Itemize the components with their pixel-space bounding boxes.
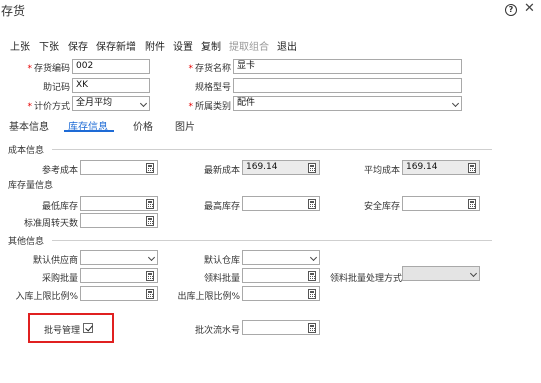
calculator-button[interactable] <box>305 161 319 174</box>
supplier-select[interactable] <box>80 250 158 265</box>
calculator-button[interactable] <box>143 197 157 210</box>
category-select[interactable]: 配件 <box>233 96 462 111</box>
calculator-icon <box>308 163 316 173</box>
save-new-button[interactable]: 保存新增 <box>96 38 136 53</box>
chevron-down-icon <box>309 253 318 262</box>
save-button[interactable]: 保存 <box>68 38 88 53</box>
in-limit-label: 入库上限比例% <box>15 292 78 302</box>
section-divider <box>52 240 492 241</box>
chevron-down-icon <box>469 269 478 278</box>
avg-cost-value: 169.14 <box>406 162 438 172</box>
section-divider <box>52 149 492 150</box>
category-label: * 所属类别 <box>188 102 231 112</box>
warehouse-select[interactable] <box>242 250 320 265</box>
attachment-button[interactable]: 附件 <box>145 38 165 53</box>
calculator-icon <box>146 289 154 299</box>
valuation-select[interactable]: 全月平均 <box>72 96 150 111</box>
calculator-icon <box>146 163 154 173</box>
name-input[interactable]: 显卡 <box>233 59 462 74</box>
batch-serial-input[interactable] <box>242 320 320 335</box>
chevron-down-icon <box>451 99 460 108</box>
issue-batch-input[interactable] <box>242 268 320 283</box>
calculator-icon <box>146 271 154 281</box>
calculator-icon <box>308 199 316 209</box>
calculator-button[interactable] <box>465 197 479 210</box>
chevron-down-icon <box>139 99 148 108</box>
min-stock-label: 最低库存 <box>41 202 78 212</box>
calculator-button[interactable] <box>143 269 157 282</box>
calculator-button[interactable] <box>465 161 479 174</box>
close-icon[interactable]: ✕ <box>524 2 535 16</box>
latest-cost-value: 169.14 <box>246 162 278 172</box>
category-value: 配件 <box>237 98 256 108</box>
issue-batch-label: 领料批量 <box>203 274 240 284</box>
latest-cost-input: 169.14 <box>242 160 320 175</box>
copy-button[interactable]: 复制 <box>201 38 221 53</box>
cost-section-title: 成本信息 <box>8 146 45 156</box>
avg-cost-label: 平均成本 <box>363 166 400 176</box>
valuation-value: 全月平均 <box>76 98 113 108</box>
extract-combo-button[interactable]: 提取组合 <box>229 38 269 53</box>
settings-button[interactable]: 设置 <box>173 38 193 53</box>
calculator-button[interactable] <box>143 161 157 174</box>
ref-cost-label: 参考成本 <box>41 166 78 176</box>
out-limit-input[interactable] <box>242 286 320 301</box>
warehouse-label: 默认仓库 <box>203 256 240 266</box>
min-stock-input[interactable] <box>80 196 158 211</box>
prev-button[interactable]: 上张 <box>10 38 30 53</box>
purchase-batch-input[interactable] <box>80 268 158 283</box>
help-icon[interactable]: ? <box>505 4 517 16</box>
calculator-button[interactable] <box>305 287 319 300</box>
code-input[interactable]: 002 <box>72 59 150 74</box>
issue-method-select[interactable] <box>402 266 480 281</box>
issue-method-label: 领料批量处理方式 <box>330 274 403 284</box>
calculator-icon <box>146 199 154 209</box>
max-stock-input[interactable] <box>242 196 320 211</box>
ref-cost-input[interactable] <box>80 160 158 175</box>
lead-time-input[interactable] <box>80 213 158 228</box>
calculator-button[interactable] <box>305 197 319 210</box>
calculator-button[interactable] <box>305 269 319 282</box>
out-limit-label: 出库上限比例% <box>177 292 240 302</box>
tab-picture[interactable]: 图片 <box>175 118 195 133</box>
tab-price[interactable]: 价格 <box>133 118 153 133</box>
chevron-down-icon <box>147 253 156 262</box>
purchase-batch-label: 采购批量 <box>41 274 78 284</box>
in-limit-input[interactable] <box>80 286 158 301</box>
next-button[interactable]: 下张 <box>39 38 59 53</box>
spec-input[interactable] <box>233 78 462 93</box>
calculator-button[interactable] <box>305 321 319 334</box>
calculator-icon <box>308 289 316 299</box>
mnemonic-input[interactable]: XK <box>72 78 150 93</box>
avg-cost-input: 169.14 <box>402 160 480 175</box>
latest-cost-label: 最新成本 <box>203 166 240 176</box>
lead-time-label: 标准周转天数 <box>23 219 78 229</box>
safety-stock-label: 安全库存 <box>363 202 400 212</box>
batch-mgmt-checkbox[interactable] <box>83 323 93 333</box>
batch-serial-label: 批次流水号 <box>194 326 240 336</box>
tab-basic-info[interactable]: 基本信息 <box>9 118 49 133</box>
window-title: 存货 <box>1 4 26 18</box>
calculator-icon <box>308 323 316 333</box>
stock-section-title: 库存量信息 <box>8 181 54 191</box>
calculator-icon <box>308 271 316 281</box>
other-section-title: 其他信息 <box>8 237 45 247</box>
code-label: * 存货编码 <box>27 64 70 74</box>
batch-mgmt-label: 批号管理 <box>43 326 80 336</box>
exit-button[interactable]: 退出 <box>277 38 297 53</box>
calculator-button[interactable] <box>143 214 157 227</box>
mnemonic-label: 助记码 <box>42 83 70 93</box>
calculator-button[interactable] <box>143 287 157 300</box>
supplier-label: 默认供应商 <box>32 256 78 266</box>
safety-stock-input[interactable] <box>402 196 480 211</box>
valuation-label: * 计价方式 <box>27 102 70 112</box>
calculator-icon <box>146 216 154 226</box>
max-stock-label: 最高库存 <box>203 202 240 212</box>
name-label: * 存货名称 <box>188 64 231 74</box>
spec-label: 规格型号 <box>194 83 231 93</box>
calculator-icon <box>468 163 476 173</box>
calculator-icon <box>468 199 476 209</box>
active-tab-indicator <box>64 130 114 132</box>
